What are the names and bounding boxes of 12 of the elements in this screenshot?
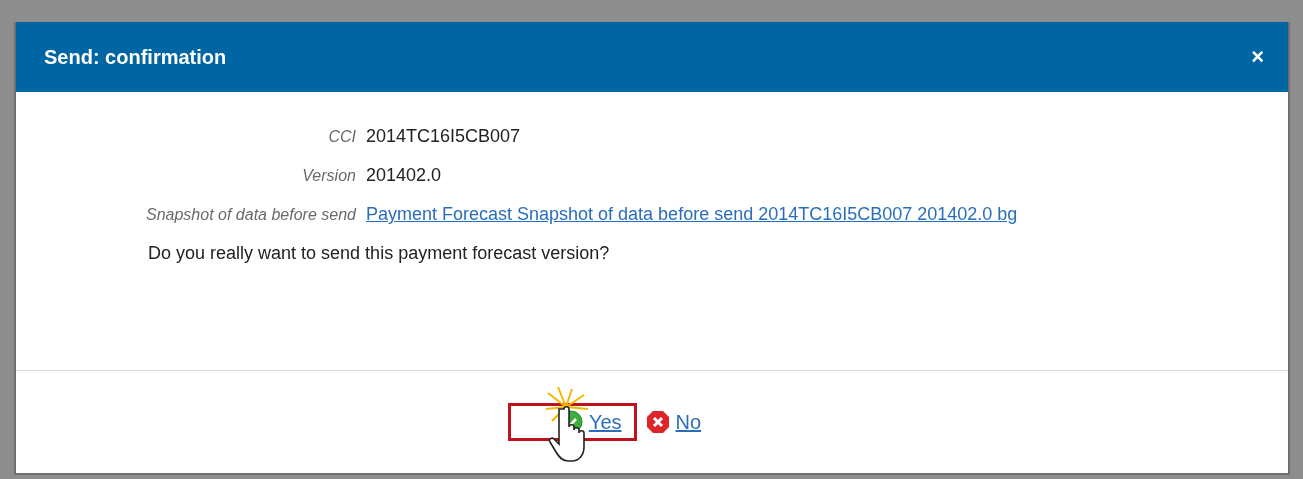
field-value: 201402.0 <box>365 165 442 186</box>
no-link[interactable]: No <box>675 410 702 434</box>
field-label: Version <box>302 167 356 185</box>
field-label: Snapshot of data before send <box>146 206 356 224</box>
snapshot-link[interactable]: Payment Forecast Snapshot of data before send 2014TC16I5CB007 201402.0 bg <box>365 204 1288 225</box>
dialog-title: Send: confirmation <box>44 45 227 69</box>
field-value: 2014TC16I5CB007 <box>365 126 522 147</box>
yes-link[interactable]: Yes <box>588 410 622 434</box>
question-text: Do you really want to send this payment forecast version? <box>147 243 611 264</box>
close-button[interactable]: × <box>1247 44 1268 70</box>
close-icon <box>645 410 670 434</box>
field-label: CCI <box>328 128 356 146</box>
